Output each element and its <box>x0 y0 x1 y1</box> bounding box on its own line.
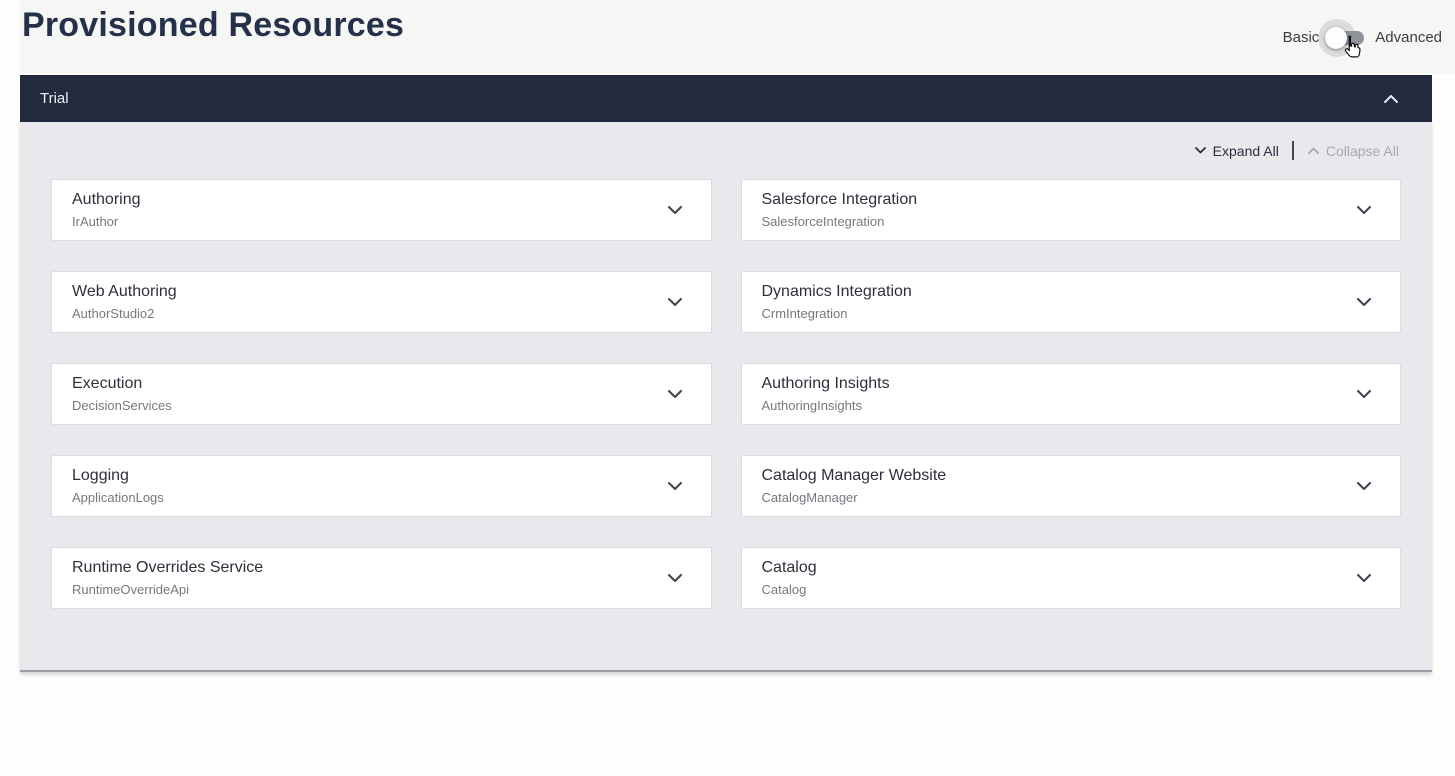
collapse-all-label: Collapse All <box>1326 143 1399 159</box>
resource-card[interactable]: Execution DecisionServices <box>51 363 712 425</box>
resource-card-text: Logging ApplicationLogs <box>72 467 164 505</box>
resource-expand-button[interactable] <box>1357 298 1371 306</box>
basic-label[interactable]: Basic <box>1283 18 1320 58</box>
resource-subtitle: AuthorStudio2 <box>72 306 177 321</box>
resource-expand-button[interactable] <box>1357 390 1371 398</box>
expand-all-button[interactable]: Expand All <box>1195 143 1279 159</box>
resource-card[interactable]: Authoring IrAuthor <box>51 179 712 241</box>
controls-divider <box>1292 141 1294 160</box>
chevron-down-icon <box>668 206 682 214</box>
chevron-down-icon <box>1357 390 1371 398</box>
resource-title: Authoring <box>72 191 141 209</box>
chevron-down-icon <box>668 574 682 582</box>
trial-panel: Expand All Collapse All Authoring IrAuth… <box>20 122 1432 672</box>
chevron-down-icon <box>1357 298 1371 306</box>
resource-card[interactable]: Web Authoring AuthorStudio2 <box>51 271 712 333</box>
collapse-all-button[interactable]: Collapse All <box>1308 143 1399 159</box>
resource-subtitle: Catalog <box>762 582 817 597</box>
resource-subtitle: IrAuthor <box>72 214 141 229</box>
chevron-down-icon <box>668 390 682 398</box>
expand-all-label: Expand All <box>1213 143 1279 159</box>
resource-expand-button[interactable] <box>1357 206 1371 214</box>
mode-toggle-group: Basic Advanced <box>1283 18 1442 58</box>
group-bar-trial[interactable]: Trial <box>20 75 1432 122</box>
chevron-down-icon <box>1357 482 1371 490</box>
advanced-label[interactable]: Advanced <box>1375 18 1442 58</box>
resource-subtitle: CatalogManager <box>762 490 947 505</box>
resource-card[interactable]: Dynamics Integration CrmIntegration <box>741 271 1402 333</box>
chevron-up-icon <box>1308 147 1319 154</box>
resource-subtitle: SalesforceIntegration <box>762 214 918 229</box>
chevron-down-icon <box>1357 574 1371 582</box>
resource-expand-button[interactable] <box>1357 574 1371 582</box>
hand-cursor-icon <box>1341 35 1362 59</box>
resource-subtitle: DecisionServices <box>72 398 172 413</box>
resource-expand-button[interactable] <box>668 574 682 582</box>
resource-card[interactable]: Authoring Insights AuthoringInsights <box>741 363 1402 425</box>
group-name: Trial <box>40 90 69 107</box>
resource-card[interactable]: Runtime Overrides Service RuntimeOverrid… <box>51 547 712 609</box>
resource-expand-button[interactable] <box>668 482 682 490</box>
resource-subtitle: RuntimeOverrideApi <box>72 582 263 597</box>
resource-subtitle: ApplicationLogs <box>72 490 164 505</box>
resource-card-text: Catalog Catalog <box>762 559 817 597</box>
chevron-down-icon <box>668 482 682 490</box>
chevron-up-icon <box>1384 95 1398 103</box>
resource-card-text: Catalog Manager Website CatalogManager <box>762 467 947 505</box>
chevron-down-icon <box>1357 206 1371 214</box>
resource-card[interactable]: Salesforce Integration SalesforceIntegra… <box>741 179 1402 241</box>
expand-collapse-controls: Expand All Collapse All <box>1195 141 1399 160</box>
resource-title: Dynamics Integration <box>762 283 912 301</box>
resource-card-text: Authoring IrAuthor <box>72 191 141 229</box>
resource-title: Catalog <box>762 559 817 577</box>
resources-grid: Authoring IrAuthor Salesforce Integratio… <box>51 179 1401 609</box>
resource-card[interactable]: Catalog Catalog <box>741 547 1402 609</box>
resource-title: Authoring Insights <box>762 375 890 393</box>
resource-card-text: Dynamics Integration CrmIntegration <box>762 283 912 321</box>
resource-card-text: Web Authoring AuthorStudio2 <box>72 283 177 321</box>
resource-subtitle: CrmIntegration <box>762 306 912 321</box>
resource-subtitle: AuthoringInsights <box>762 398 890 413</box>
chevron-down-icon <box>668 298 682 306</box>
resource-card[interactable]: Catalog Manager Website CatalogManager <box>741 455 1402 517</box>
resource-title: Logging <box>72 467 164 485</box>
chevron-down-icon <box>1195 147 1206 154</box>
resource-card-text: Salesforce Integration SalesforceIntegra… <box>762 191 918 229</box>
resource-expand-button[interactable] <box>1357 482 1371 490</box>
resource-title: Web Authoring <box>72 283 177 301</box>
group-collapse-button[interactable] <box>1377 85 1405 113</box>
resource-expand-button[interactable] <box>668 298 682 306</box>
resource-card[interactable]: Logging ApplicationLogs <box>51 455 712 517</box>
resource-card-text: Authoring Insights AuthoringInsights <box>762 375 890 413</box>
resource-card-text: Execution DecisionServices <box>72 375 172 413</box>
resource-expand-button[interactable] <box>668 206 682 214</box>
resource-title: Runtime Overrides Service <box>72 559 263 577</box>
resource-title: Catalog Manager Website <box>762 467 947 485</box>
resource-expand-button[interactable] <box>668 390 682 398</box>
resource-title: Execution <box>72 375 172 393</box>
resource-card-text: Runtime Overrides Service RuntimeOverrid… <box>72 559 263 597</box>
page-title: Provisioned Resources <box>22 6 404 45</box>
resource-title: Salesforce Integration <box>762 191 918 209</box>
